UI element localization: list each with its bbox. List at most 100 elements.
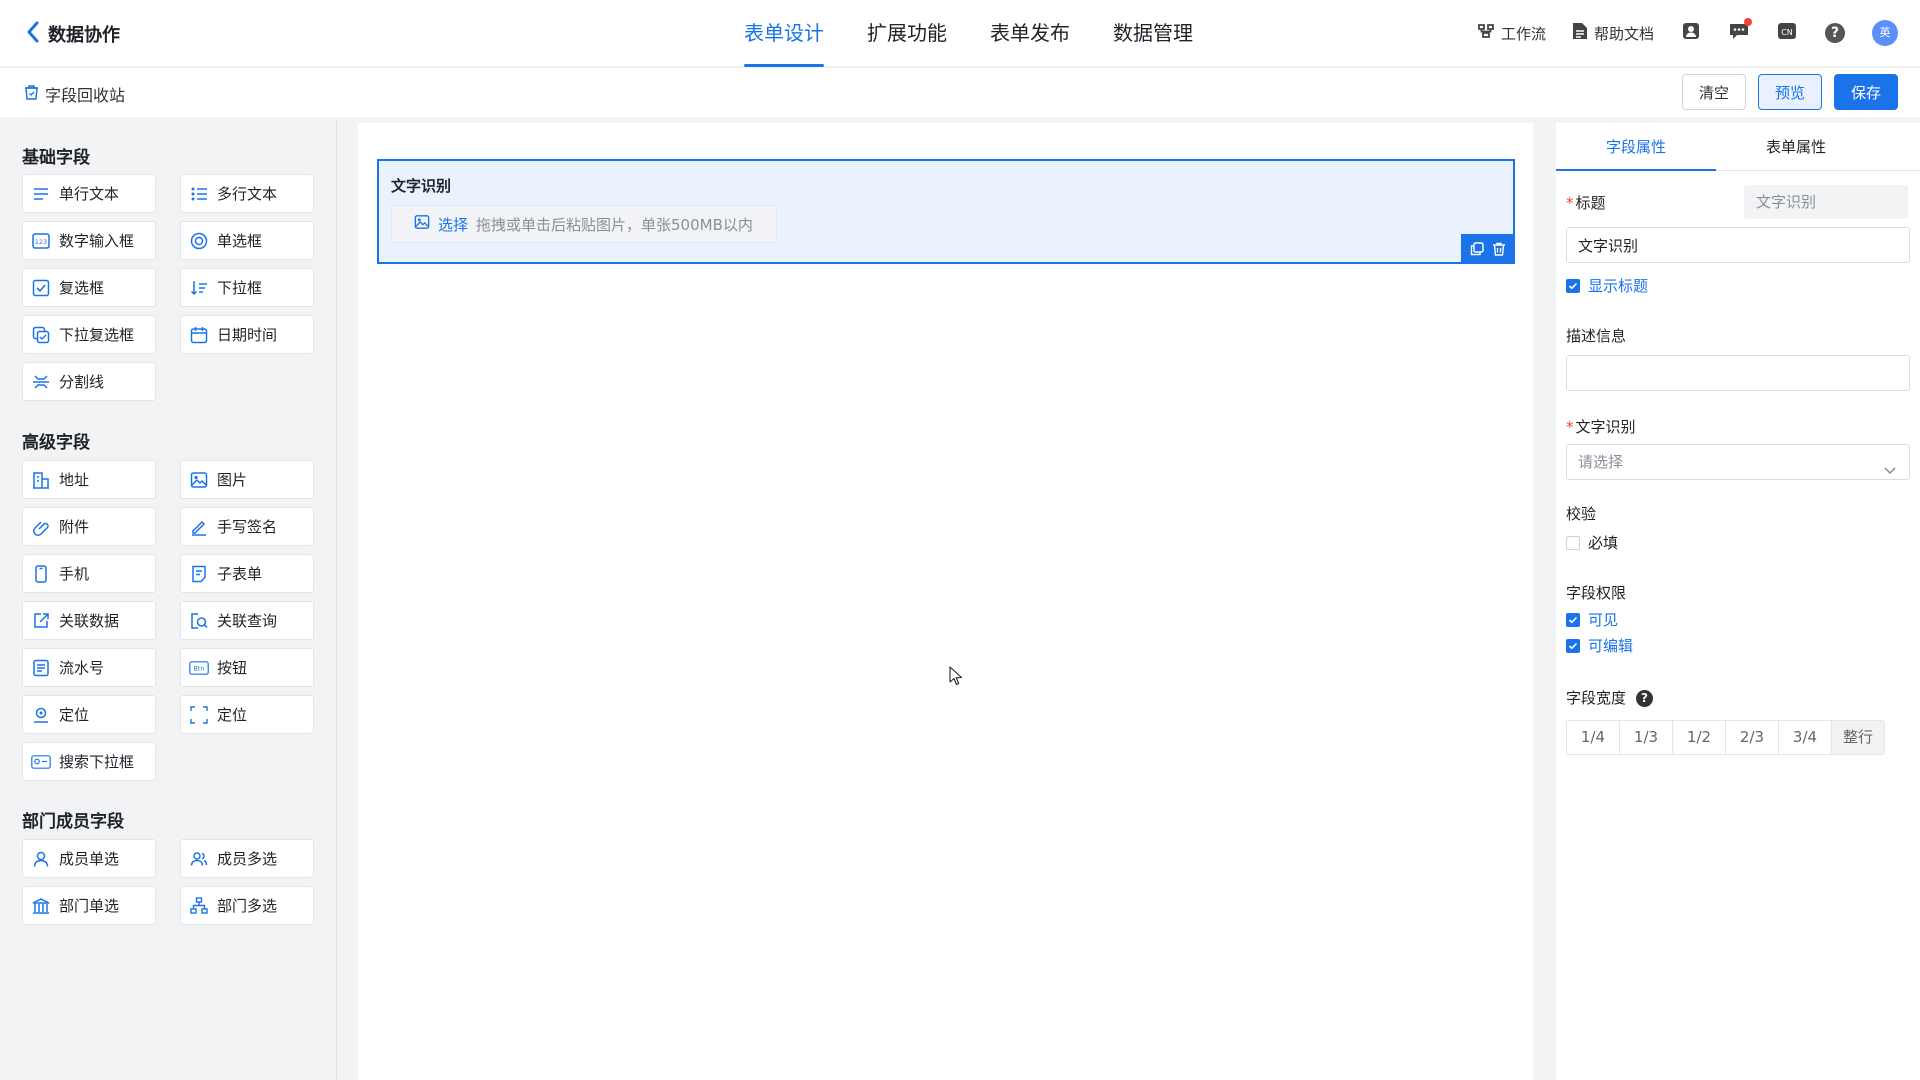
tab-form-design[interactable]: 表单设计: [744, 0, 824, 67]
workflow-icon: [1477, 22, 1495, 44]
width-option-3-4[interactable]: 3/4: [1778, 720, 1832, 755]
field-multi-line-text[interactable]: 多行文本: [180, 174, 314, 213]
field-phone[interactable]: 手机: [22, 554, 156, 593]
preview-button[interactable]: 预览: [1757, 74, 1822, 110]
upload-hint: 拖拽或单击后粘贴图片，单张500MB以内: [476, 215, 753, 234]
ocr-type-select[interactable]: 请选择: [1566, 444, 1910, 480]
field-image[interactable]: 图片: [180, 460, 314, 499]
field-recycle-bin-button[interactable]: 字段回收站: [24, 82, 125, 106]
group-title-advanced: 高级字段: [22, 433, 90, 453]
required-checkbox[interactable]: 必填: [1566, 532, 1618, 553]
width-option-1-4[interactable]: 1/4: [1566, 720, 1620, 755]
field-datetime[interactable]: 日期时间: [180, 315, 314, 354]
app-title: 数据协作: [48, 25, 120, 46]
show-title-checkbox[interactable]: 显示标题: [1566, 275, 1648, 296]
form-item-title: 文字识别: [391, 177, 452, 195]
visible-checkbox[interactable]: 可见: [1566, 609, 1618, 630]
multi-line-text-icon: [189, 184, 209, 204]
field-label: 图片: [217, 471, 248, 489]
address-icon: [31, 470, 51, 490]
form-item-ocr[interactable]: 文字识别 选择 拖拽或单击后粘贴图片，单张500MB以内: [377, 159, 1515, 264]
image-upload-area[interactable]: 选择 拖拽或单击后粘贴图片，单张500MB以内: [391, 205, 777, 243]
field-label: 附件: [59, 518, 90, 536]
field-dropdown[interactable]: 下拉框: [180, 268, 314, 307]
field-member-single[interactable]: 成员单选: [22, 839, 156, 878]
field-button[interactable]: Btn 按钮: [180, 648, 314, 687]
field-label: 搜索下拉框: [59, 753, 135, 771]
field-department-multi[interactable]: 部门多选: [180, 886, 314, 925]
help-icon[interactable]: ?: [1636, 690, 1654, 707]
help-button[interactable]: ?: [1824, 22, 1846, 44]
chevron-down-icon: [1883, 455, 1897, 489]
field-label: 定位: [59, 706, 90, 724]
tab-data-management[interactable]: 数据管理: [1113, 0, 1193, 67]
delete-icon[interactable]: [1491, 241, 1507, 257]
ocr-select-placeholder: 请选择: [1578, 453, 1624, 471]
field-search-dropdown[interactable]: 搜索下拉框: [22, 742, 156, 781]
width-option-full-row[interactable]: 整行: [1831, 720, 1885, 755]
editable-checkbox[interactable]: 可编辑: [1566, 635, 1633, 656]
field-linked-query[interactable]: 关联查询: [180, 601, 314, 640]
tab-form-properties[interactable]: 表单属性: [1716, 123, 1876, 170]
field-attachment[interactable]: 附件: [22, 507, 156, 546]
width-option-1-2[interactable]: 1/2: [1672, 720, 1726, 755]
workflow-label: 工作流: [1500, 24, 1546, 43]
tab-form-publish[interactable]: 表单发布: [990, 0, 1070, 67]
field-linked-data[interactable]: 关联数据: [22, 601, 156, 640]
field-label: 单行文本: [59, 185, 120, 203]
field-location[interactable]: 定位: [22, 695, 156, 734]
single-line-text-icon: [31, 184, 51, 204]
dropdown-icon: [189, 278, 209, 298]
field-label: 下拉复选框: [59, 326, 135, 344]
field-label: 手写签名: [217, 518, 278, 536]
field-dropdown-checkbox[interactable]: 下拉复选框: [22, 315, 156, 354]
group-title-department-member: 部门成员字段: [22, 812, 124, 832]
field-width-label: 字段宽度?: [1566, 687, 1654, 708]
copy-icon[interactable]: [1469, 241, 1485, 257]
validation-label: 校验: [1566, 505, 1597, 523]
field-ocr[interactable]: 定位: [180, 695, 314, 734]
title-input[interactable]: [1566, 227, 1910, 263]
svg-text:123: 123: [35, 238, 47, 246]
top-bar: 数据协作 表单设计 扩展功能 表单发布 数据管理 工作流 帮助文档 CN ? 英: [0, 0, 1920, 67]
visible-label: 可见: [1588, 611, 1619, 629]
field-radio[interactable]: 单选框: [180, 221, 314, 260]
save-button[interactable]: 保存: [1833, 74, 1898, 110]
avatar[interactable]: 英: [1872, 20, 1898, 46]
messages-button[interactable]: [1728, 18, 1752, 44]
field-subform[interactable]: 子表单: [180, 554, 314, 593]
description-input[interactable]: [1566, 355, 1910, 391]
field-serial-number[interactable]: 流水号: [22, 648, 156, 687]
attachment-icon: [31, 517, 51, 537]
tab-field-properties[interactable]: 字段属性: [1556, 123, 1716, 171]
properties-tabs: 字段属性 表单属性: [1556, 123, 1920, 171]
field-checkbox[interactable]: 复选框: [22, 268, 156, 307]
field-divider[interactable]: 分割线: [22, 362, 156, 401]
field-label: 关联数据: [59, 612, 120, 630]
checkbox-icon: [31, 278, 51, 298]
workflow-button[interactable]: 工作流: [1477, 22, 1546, 44]
back-button[interactable]: 数据协作: [26, 20, 120, 48]
contacts-button[interactable]: [1680, 22, 1702, 44]
field-single-line-text[interactable]: 单行文本: [22, 174, 156, 213]
upload-select-link[interactable]: 选择: [438, 214, 468, 235]
member-single-icon: [31, 849, 51, 869]
field-label: 数字输入框: [59, 232, 135, 250]
field-address[interactable]: 地址: [22, 460, 156, 499]
location-icon: [31, 705, 51, 725]
field-member-multi[interactable]: 成员多选: [180, 839, 314, 878]
checkbox-unchecked-icon: [1566, 535, 1580, 550]
tab-extensions[interactable]: 扩展功能: [867, 0, 947, 67]
clear-button[interactable]: 清空: [1681, 74, 1746, 110]
form-item-operations: [1461, 234, 1515, 264]
signature-icon: [189, 517, 209, 537]
form-canvas[interactable]: 文字识别 选择 拖拽或单击后粘贴图片，单张500MB以内: [358, 123, 1533, 1080]
field-number-input[interactable]: 123 数字输入框: [22, 221, 156, 260]
language-button[interactable]: CN: [1776, 22, 1798, 44]
width-option-1-3[interactable]: 1/3: [1619, 720, 1673, 755]
field-signature[interactable]: 手写签名: [180, 507, 314, 546]
search-dropdown-icon: [31, 752, 51, 772]
width-option-2-3[interactable]: 2/3: [1725, 720, 1779, 755]
field-department-single[interactable]: 部门单选: [22, 886, 156, 925]
help-doc-button[interactable]: 帮助文档: [1572, 22, 1654, 44]
